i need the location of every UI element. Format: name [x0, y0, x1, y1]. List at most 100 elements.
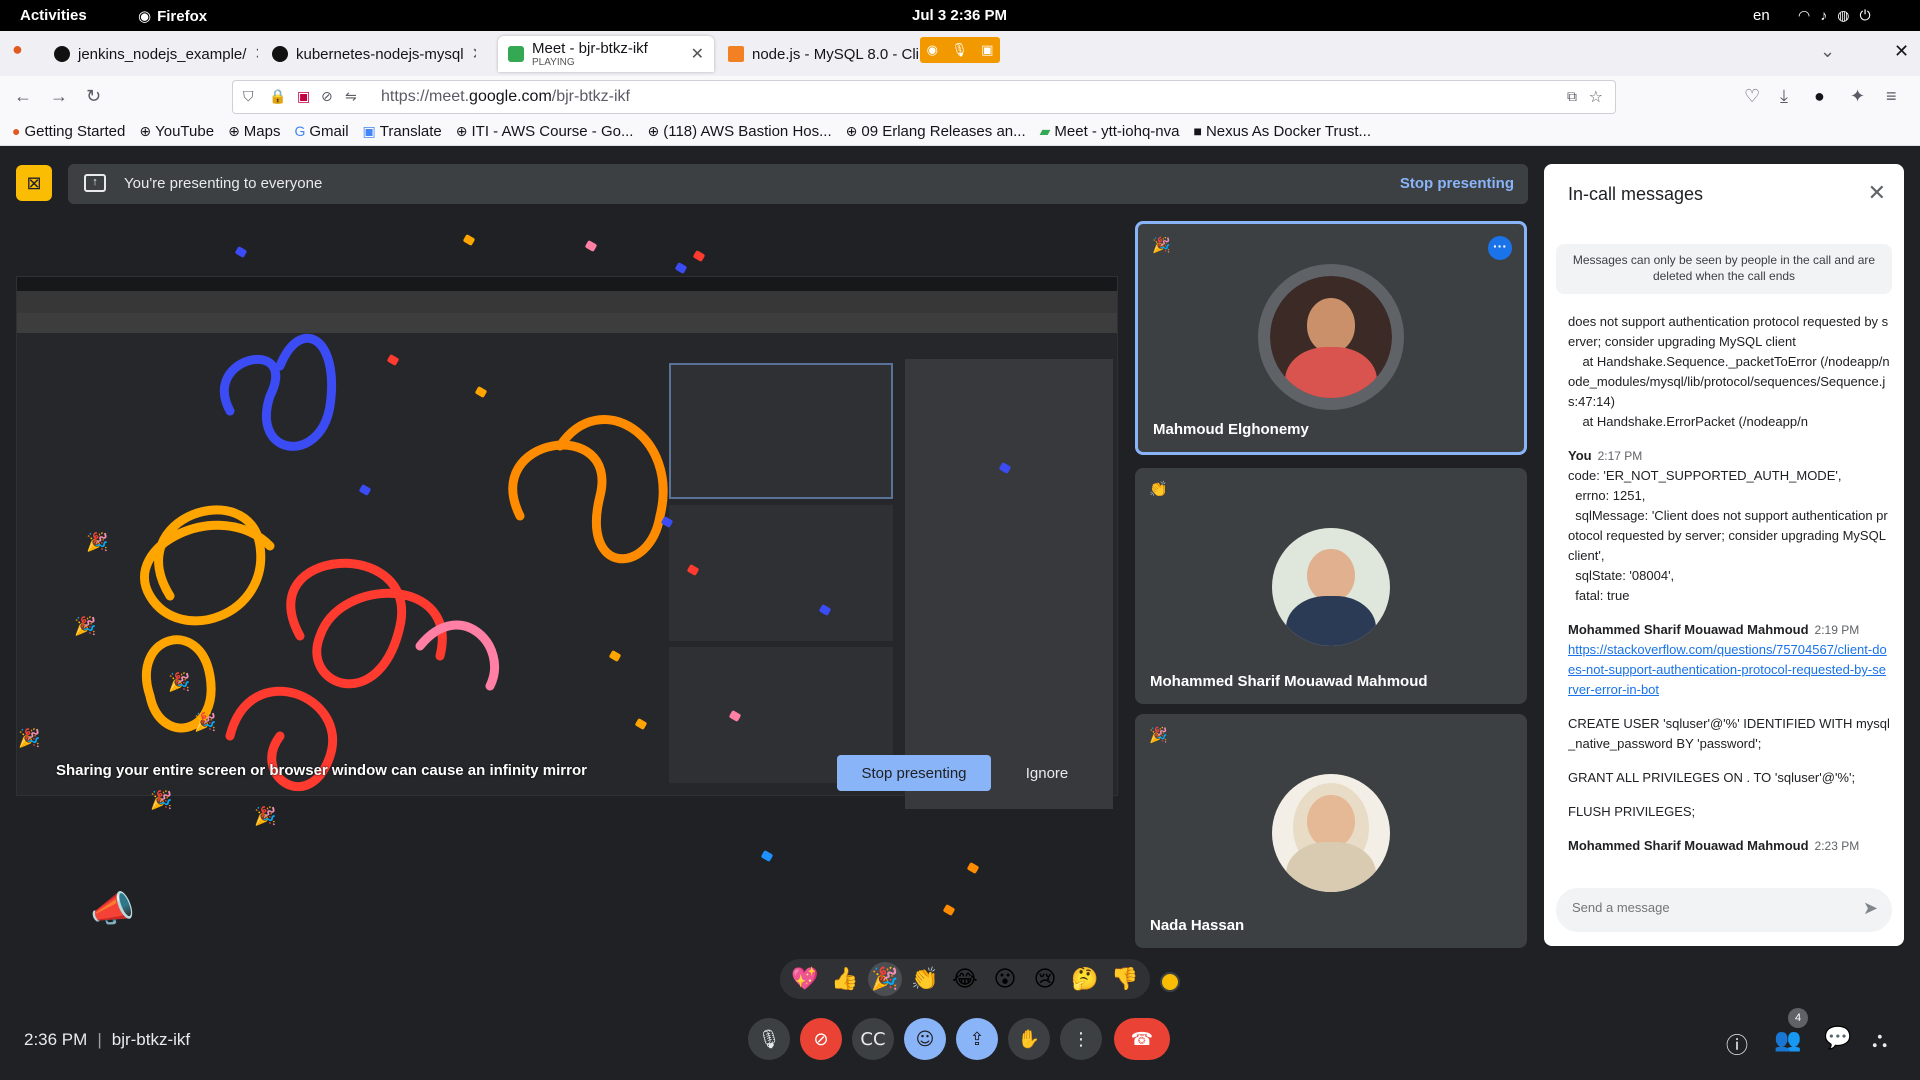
globe-icon: ⊕ [228, 122, 240, 139]
microphone-permission-icon[interactable]: ⇋ [345, 88, 357, 105]
bookmarks-toolbar: ● Getting Started ⊕ YouTube ⊕ Maps G Gmail ▣… [0, 117, 1920, 146]
system-clock[interactable]: Jul 3 2:36 PM [912, 7, 1007, 24]
microphone-button[interactable]: 🎙 [748, 1018, 790, 1060]
captions-button[interactable]: CC [852, 1018, 894, 1060]
presenting-icon: ⊠ [16, 165, 52, 201]
bookmark-youtube[interactable]: ⊕ YouTube [139, 123, 214, 140]
stackoverflow-icon [728, 46, 744, 62]
message-time: 2:23 PM [1814, 839, 1860, 853]
sharing-indicator[interactable]: ◉ 🎙 ▣ [920, 37, 1000, 63]
tab-stackoverflow[interactable]: node.js - MySQL 8.0 - Cli [718, 36, 918, 72]
people-icon[interactable]: 👥 [1774, 1028, 1801, 1053]
meet-icon [508, 46, 524, 62]
camera-off-button[interactable]: ⊘ [800, 1018, 842, 1060]
hand-icon: ✋ [1017, 1028, 1041, 1050]
downloads-icon[interactable]: ⤓ [1780, 86, 1788, 107]
close-chat-icon[interactable]: ✕ [1868, 180, 1886, 206]
firefox-view-icon[interactable]: ● [12, 39, 23, 60]
github-icon [54, 46, 70, 62]
bookmark-erlang[interactable]: ⊕ 09 Erlang Releases an... [846, 123, 1026, 140]
url-text[interactable]: https://meet.google.com/bjr-btkz-ikf [381, 88, 630, 106]
bookmark-meet[interactable]: ▰ Meet - ytt-iohq-nva [1040, 123, 1180, 140]
tab-playing-label: PLAYING [532, 57, 575, 68]
bookmark-getting-started[interactable]: ● Getting Started [12, 123, 125, 140]
reaction-sparkling-heart[interactable]: 💖 [788, 962, 822, 996]
in-call-messages-panel: In-call messages ✕ Messages can only be … [1544, 164, 1904, 946]
message-time: 2:19 PM [1814, 623, 1860, 637]
reaction-bar: 💖 👍 🎉 👏 😂 😮 😢 🤔 👎 [780, 959, 1150, 999]
banner-stop-presenting-button[interactable]: Stop presenting [1400, 175, 1514, 192]
reactions-button[interactable]: ☺ [904, 1018, 946, 1060]
app-menu[interactable]: ◉ Firefox [138, 7, 207, 26]
chat-icon[interactable]: 💬 [1824, 1026, 1851, 1051]
close-tab-icon[interactable]: ✕ [472, 44, 476, 64]
presenting-banner: ↑ You're presenting to everyone Stop pre… [68, 164, 1528, 204]
bookmark-nexus[interactable]: ■ Nexus As Docker Trust... [1193, 123, 1371, 140]
close-window-icon[interactable]: ✕ [1894, 41, 1909, 62]
message-sender: You [1568, 448, 1592, 463]
bookmark-star-icon[interactable]: ☆ [1589, 87, 1603, 107]
picture-in-picture-icon[interactable]: ⧉ [1567, 88, 1577, 105]
more-options-button[interactable]: ⋮ [1060, 1018, 1102, 1060]
bookmark-aws-bastion[interactable]: ⊕ (118) AWS Bastion Hos... [647, 123, 831, 140]
meeting-info-icon[interactable]: ⓘ [1726, 1028, 1748, 1060]
bookmark-gmail[interactable]: G Gmail [294, 123, 348, 140]
participant-tile[interactable]: 🎉 Nada Hassan [1135, 714, 1527, 948]
stop-presenting-button[interactable]: Stop presenting [837, 755, 991, 791]
participant-tile[interactable]: 🎉 ··· Mahmoud Elghonemy [1135, 221, 1527, 455]
camera-blocked-icon[interactable]: ⊘ [321, 88, 333, 105]
close-tab-icon[interactable]: ✕ [691, 44, 704, 64]
more-vert-icon: ⋮ [1072, 1028, 1090, 1050]
chat-message-input[interactable] [1572, 900, 1832, 915]
system-tray[interactable]: ◠ ♪ ◍ ⏻ [1798, 7, 1871, 24]
reaction-joy[interactable]: 😂 [948, 962, 982, 996]
screen-sharing-permission-icon[interactable]: ▣ [297, 88, 310, 105]
reaction-thinking[interactable]: 🤔 [1068, 962, 1102, 996]
footer-separator: | [97, 1030, 102, 1049]
reaction-badge: 🎉 [1152, 237, 1171, 254]
bookmark-translate[interactable]: ▣ Translate [363, 123, 442, 140]
reaction-sad[interactable]: 😢 [1028, 962, 1062, 996]
reaction-surprised[interactable]: 😮 [988, 962, 1022, 996]
reaction-thumbs-down[interactable]: 👎 [1108, 962, 1142, 996]
tab-meet[interactable]: Meet - bjr-btkz-ikf PLAYING ✕ [498, 36, 714, 72]
tab-jenkins[interactable]: jenkins_nodejs_example/ ✕ [44, 36, 258, 72]
leave-call-button[interactable]: ☎ [1114, 1018, 1170, 1060]
present-button[interactable]: ⇪ [956, 1018, 998, 1060]
party-emoji-icon: 🎉 [168, 672, 191, 692]
menu-icon[interactable]: ≡ [1886, 86, 1897, 107]
message-link[interactable]: https://stackoverflow.com/questions/7570… [1568, 642, 1887, 697]
reaction-thumbs-up[interactable]: 👍 [828, 962, 862, 996]
more-options-icon[interactable]: ··· [1488, 236, 1512, 260]
send-icon[interactable]: ➤ [1863, 898, 1878, 919]
tab-title: Meet - bjr-btkz-ikf [532, 40, 648, 57]
bookmark-maps[interactable]: ⊕ Maps [228, 123, 280, 140]
url-bar[interactable]: ⛉ 🔒 ▣ ⊘ ⇋ https://meet.google.com/bjr-bt… [232, 80, 1616, 114]
chat-message: Mohammed Sharif Mouawad Mahmoud 2:23 PM [1568, 836, 1890, 856]
forward-icon[interactable]: → [50, 86, 68, 107]
reload-icon[interactable]: ↻ [86, 86, 101, 107]
participant-tile[interactable]: 👏 Mohammed Sharif Mouawad Mahmoud [1135, 468, 1527, 704]
activities-icon[interactable]: ⛬ [1872, 1028, 1887, 1053]
presenting-text: You're presenting to everyone [124, 175, 323, 192]
list-all-tabs-icon[interactable]: ⌄ [1820, 41, 1835, 62]
meeting-code: bjr-btkz-ikf [111, 1030, 191, 1049]
reaction-party-popper[interactable]: 🎉 [868, 962, 902, 996]
bookmark-iti-aws[interactable]: ⊕ ITI - AWS Course - Go... [456, 123, 634, 140]
activities-button[interactable]: Activities [20, 7, 87, 24]
google-icon: G [294, 123, 306, 139]
raise-hand-button[interactable]: ✋ [1008, 1018, 1050, 1060]
keyboard-language[interactable]: en [1753, 7, 1770, 24]
close-tab-icon[interactable]: ✕ [254, 44, 258, 64]
back-icon[interactable]: ← [14, 86, 32, 107]
extensions-icon[interactable]: ✦ [1850, 86, 1865, 107]
pocket-icon[interactable]: ♡ [1744, 86, 1760, 107]
tracking-protection-icon[interactable]: ⛉ [243, 88, 254, 105]
chat-message-list[interactable]: does not support authentication protocol… [1568, 312, 1890, 872]
ignore-button[interactable]: Ignore [1010, 755, 1084, 791]
tab-kubernetes[interactable]: kubernetes-nodejs-mysql ✕ [262, 36, 476, 72]
reaction-clapping[interactable]: 👏 [908, 962, 942, 996]
lock-icon[interactable]: 🔒 [269, 88, 286, 105]
skin-tone-picker[interactable] [1160, 972, 1180, 992]
account-icon[interactable]: ● [1814, 86, 1825, 107]
